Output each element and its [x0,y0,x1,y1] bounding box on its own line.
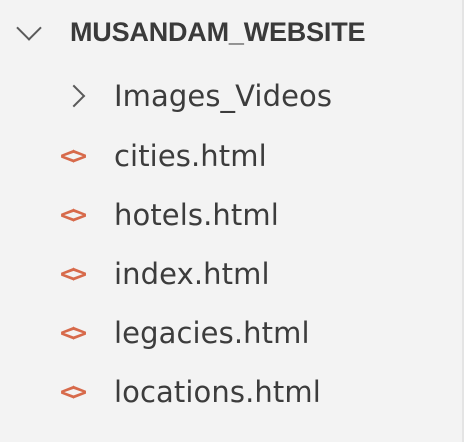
html-file-icon: <> [60,259,87,288]
chevron-right-icon[interactable] [62,84,86,108]
html-file-icon: <> [60,377,87,406]
file-item-legacies[interactable]: <> legacies.html [0,304,462,362]
file-item-locations[interactable]: <> locations.html [0,363,462,421]
workspace-root-label: MUSANDAM_WEBSITE [70,16,366,47]
folder-item-images-videos[interactable]: Images_Videos [0,67,462,125]
html-file-icon: <> [60,318,87,347]
workspace-root-folder[interactable]: MUSANDAM_WEBSITE [0,3,462,61]
html-file-icon: <> [60,200,87,229]
file-label: index.html [114,257,270,291]
file-item-cities[interactable]: <> cities.html [0,127,462,185]
chevron-down-icon[interactable] [16,15,42,41]
folder-label: Images_Videos [114,79,333,113]
file-item-index[interactable]: <> index.html [0,245,462,303]
file-label: locations.html [114,375,321,409]
file-label: hotels.html [114,198,279,232]
file-item-hotels[interactable]: <> hotels.html [0,186,462,244]
file-label: cities.html [114,139,267,173]
file-explorer: MUSANDAM_WEBSITE Images_Videos <> cities… [0,0,464,442]
html-file-icon: <> [60,141,87,170]
file-label: legacies.html [114,316,310,350]
